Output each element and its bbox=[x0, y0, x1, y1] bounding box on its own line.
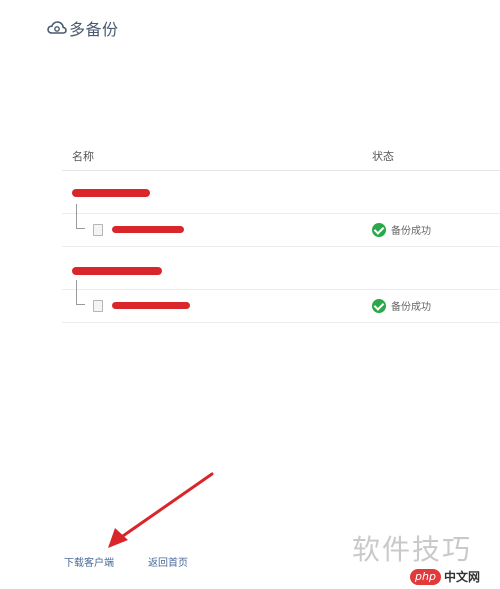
column-header-name: 名称 bbox=[72, 150, 94, 163]
backup-group-row[interactable] bbox=[62, 171, 500, 213]
cloud-icon bbox=[47, 21, 67, 34]
column-header-status: 状态 bbox=[372, 150, 394, 163]
tree-connector bbox=[76, 280, 85, 305]
backup-group-row[interactable] bbox=[62, 247, 500, 289]
redacted-group-name bbox=[72, 189, 150, 197]
check-circle-icon bbox=[372, 222, 386, 237]
download-client-link[interactable]: 下载客户端 bbox=[64, 554, 114, 569]
tree-connector bbox=[76, 204, 85, 229]
status-label: 备份成功 bbox=[391, 302, 431, 313]
table-header: 名称 状态 bbox=[62, 140, 500, 171]
file-icon bbox=[93, 300, 103, 312]
redacted-file-name bbox=[112, 226, 184, 233]
backup-file-row[interactable]: 备份成功 bbox=[62, 204, 500, 247]
site-badge: php 中文网 bbox=[410, 568, 480, 585]
check-circle-icon bbox=[372, 298, 386, 313]
site-name: 中文网 bbox=[443, 570, 480, 584]
php-logo: php bbox=[410, 568, 441, 585]
redacted-file-name bbox=[112, 302, 190, 309]
watermark-text: 软件技巧 bbox=[352, 533, 473, 566]
back-home-link[interactable]: 返回首页 bbox=[148, 554, 188, 569]
status-cell: 备份成功 bbox=[372, 222, 431, 237]
backup-table: 名称 状态 备份成功 备份成功 bbox=[62, 140, 500, 323]
page: 多备份 名称 状态 备份成功 备份成功 下载客户端 返回首页 软件技巧 php … bbox=[0, 0, 500, 589]
file-icon bbox=[93, 224, 103, 236]
app-title: 多备份 bbox=[69, 20, 119, 39]
status-cell: 备份成功 bbox=[372, 298, 431, 313]
backup-file-row[interactable]: 备份成功 bbox=[62, 280, 500, 323]
status-label: 备份成功 bbox=[391, 226, 431, 237]
redacted-group-name bbox=[72, 267, 162, 275]
app-logo[interactable]: 多备份 bbox=[47, 16, 119, 40]
